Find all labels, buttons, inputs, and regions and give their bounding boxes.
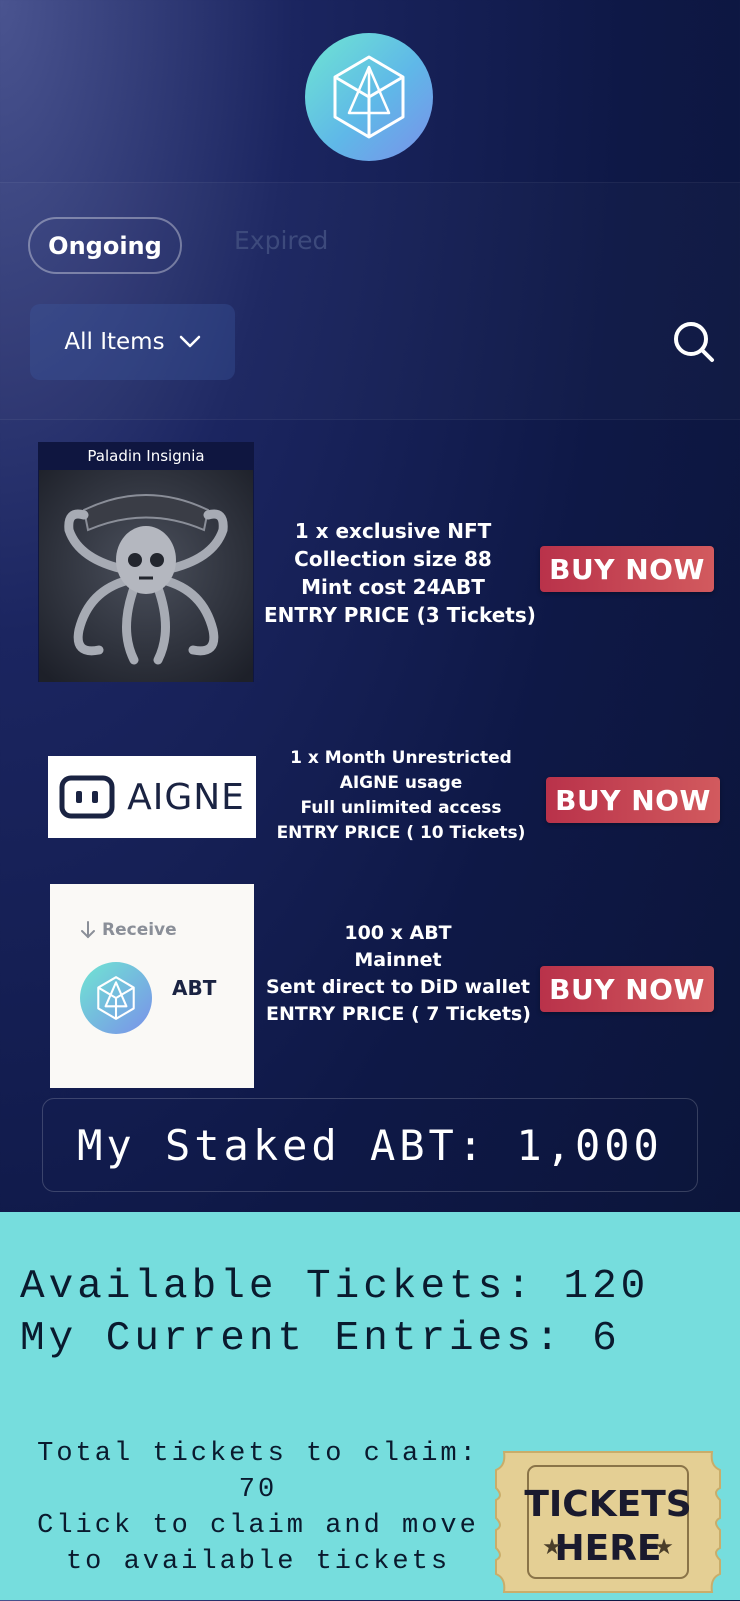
- aigne-logo-text: AIGNE: [127, 776, 245, 818]
- dropdown-label: All Items: [64, 329, 165, 355]
- tickets-panel: Available Tickets: 120 My Current Entrie…: [0, 1212, 740, 1600]
- staked-abt-display: My Staked ABT: 1,000: [42, 1098, 698, 1192]
- buy-now-button[interactable]: BUY NOW: [540, 546, 714, 592]
- token-name: ABT: [172, 976, 217, 1000]
- item-caption: Paladin Insignia: [87, 447, 205, 465]
- buy-now-button[interactable]: BUY NOW: [540, 966, 714, 1012]
- item-line: ENTRY PRICE (3 Tickets): [264, 603, 536, 627]
- item-line: ENTRY PRICE ( 7 Tickets): [266, 1003, 531, 1025]
- claim-count: 70: [238, 1475, 278, 1505]
- cube-logo-icon: [333, 55, 405, 139]
- item-line: AIGNE usage: [339, 773, 463, 793]
- item-line: Full unlimited access: [300, 798, 502, 818]
- item-line: Sent direct to DiD wallet: [266, 976, 530, 998]
- star-icon: ★: [542, 1535, 562, 1560]
- item-description: 100 x ABT Mainnet Sent direct to DiD wal…: [266, 920, 531, 1028]
- abt-thumbnail[interactable]: Receive ABT: [50, 884, 254, 1088]
- buy-now-button[interactable]: BUY NOW: [546, 777, 720, 823]
- abt-token-logo: [80, 962, 152, 1034]
- all-items-dropdown[interactable]: All Items: [30, 304, 235, 380]
- item-line: 1 x exclusive NFT: [294, 519, 492, 543]
- star-icon: ★: [654, 1535, 674, 1560]
- ticket-icon: TICKETS HERE ★ ★: [495, 1451, 721, 1593]
- cube-logo-icon: [97, 976, 135, 1020]
- item-description: 1 x exclusive NFT Collection size 88 Min…: [264, 517, 536, 629]
- tab-ongoing[interactable]: Ongoing: [28, 217, 182, 274]
- available-tickets: Available Tickets: 120: [20, 1264, 650, 1310]
- claim-line: Click to claim and move: [37, 1511, 479, 1541]
- item-line: Collection size 88: [294, 547, 492, 571]
- item-line: ENTRY PRICE ( 10 Tickets): [276, 823, 526, 843]
- item-line: 1 x Month Unrestricted: [290, 748, 512, 768]
- tickets-here-button[interactable]: TICKETS HERE ★ ★: [494, 1448, 722, 1596]
- claim-line: to available tickets: [65, 1547, 451, 1577]
- search-icon[interactable]: [672, 320, 716, 364]
- tab-expired[interactable]: Expired: [234, 226, 328, 266]
- claim-line: Total tickets to claim:: [37, 1439, 479, 1469]
- nft-thumbnail[interactable]: Paladin Insignia: [38, 442, 254, 682]
- item-description: 1 x Month Unrestricted AIGNE usage Full …: [272, 746, 530, 846]
- aigne-thumbnail[interactable]: AIGNE: [48, 756, 256, 838]
- item-line: Mainnet: [354, 949, 442, 971]
- aigne-logo-icon: [59, 775, 115, 819]
- item-line: 100 x ABT: [344, 922, 452, 944]
- app-logo: [305, 33, 433, 161]
- arrow-down-icon: [81, 921, 95, 939]
- octopus-artwork: [39, 470, 253, 682]
- item-line: Mint cost 24ABT: [301, 575, 485, 599]
- receive-row: Receive: [80, 920, 177, 940]
- current-entries: My Current Entries: 6: [20, 1316, 621, 1362]
- tickets-label: TICKETS: [524, 1484, 691, 1525]
- chevron-down-icon: [179, 335, 200, 348]
- here-label: HERE: [554, 1528, 661, 1569]
- claim-tickets-link[interactable]: Total tickets to claim: 70 Click to clai…: [22, 1436, 494, 1580]
- receive-label: Receive: [102, 920, 177, 940]
